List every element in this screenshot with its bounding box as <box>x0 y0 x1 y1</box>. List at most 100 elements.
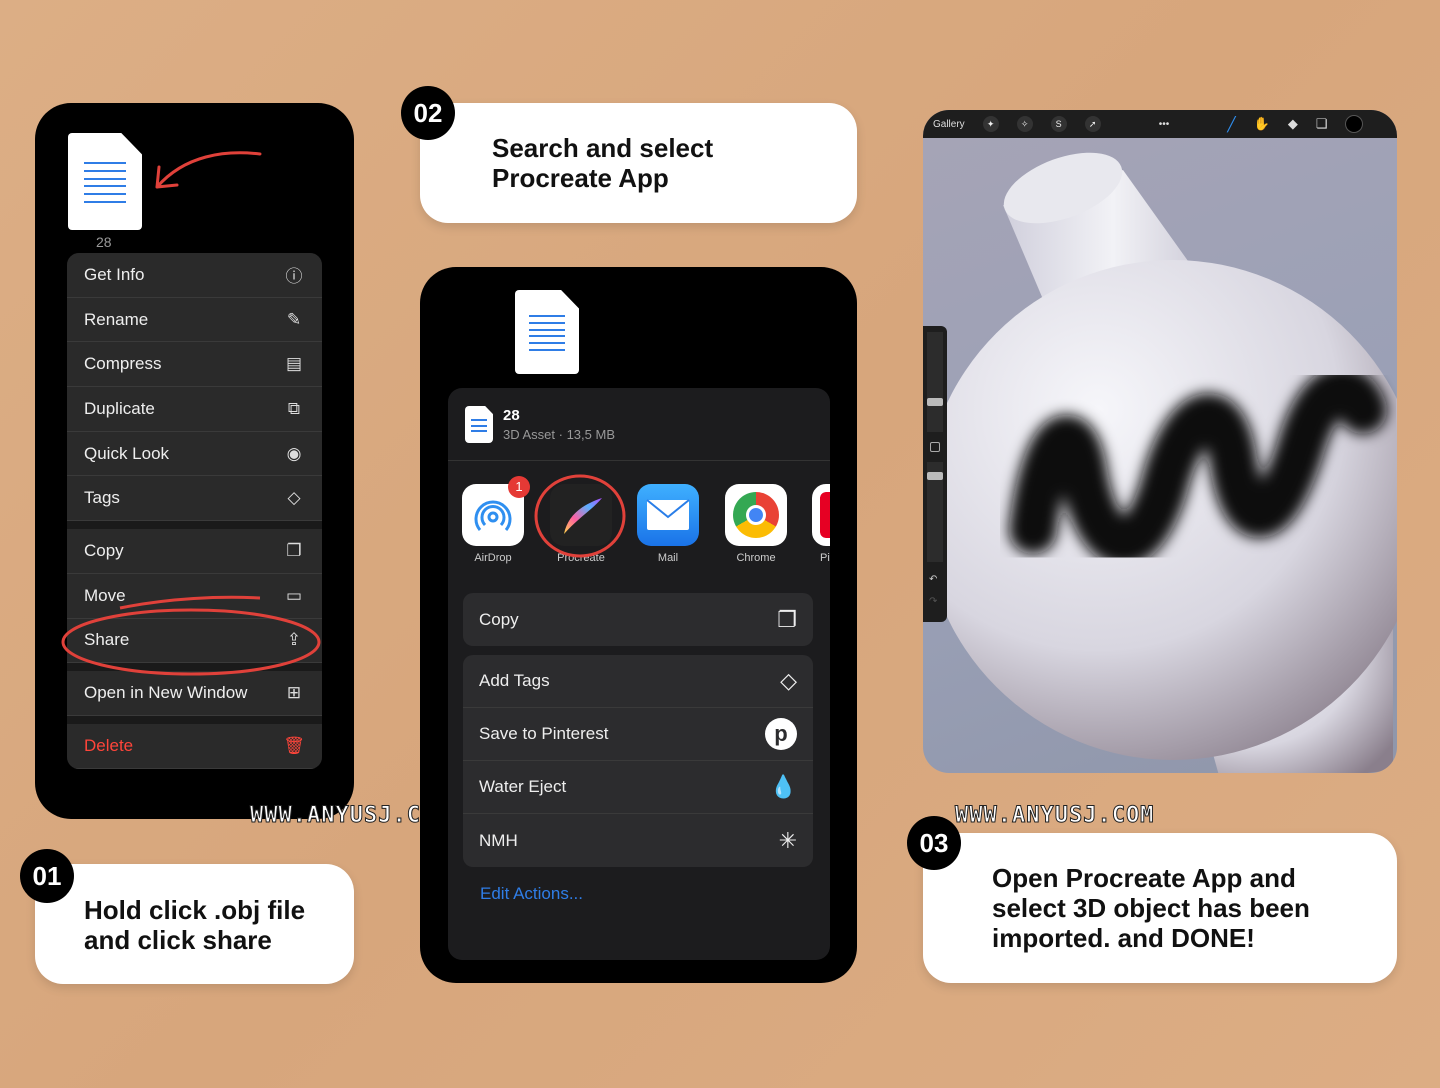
grid-icon: ⊞ <box>286 683 302 703</box>
sidebar-sliders: ↶ ↷ <box>923 326 947 622</box>
copy-icon: ❐ <box>777 606 797 632</box>
label: Copy <box>479 609 519 629</box>
label: Open in New Window <box>84 683 248 703</box>
more-icon[interactable]: ••• <box>1159 119 1170 130</box>
undo-icon[interactable]: ↶ <box>929 574 937 585</box>
transform-icon[interactable]: ➚ <box>1084 116 1101 132</box>
line: Open Procreate App and <box>992 863 1296 893</box>
step2-text: Search and select Procreate App <box>492 133 713 193</box>
label: NMH <box>479 830 518 850</box>
wrench-icon[interactable]: ✦ <box>982 116 999 132</box>
archive-icon: ▤ <box>285 354 303 374</box>
label: Compress <box>84 354 162 374</box>
chrome-icon <box>725 484 787 546</box>
label: Tags <box>84 488 120 508</box>
line: select 3D object has been <box>992 893 1310 923</box>
file-name: 28 <box>96 234 112 250</box>
mail-icon <box>637 484 699 546</box>
app-airdrop[interactable]: AirDrop 1 <box>462 476 530 564</box>
watermark: WWW.ANYUSJ.COM <box>954 803 1155 829</box>
app-label: Mail <box>657 552 679 564</box>
brush-size-slider[interactable] <box>927 332 943 432</box>
label: Duplicate <box>84 398 155 418</box>
eraser-icon[interactable]: ◆ <box>1288 116 1298 132</box>
app-label: Pi <box>820 552 830 564</box>
file-icon[interactable] <box>68 133 142 230</box>
opacity-slider[interactable] <box>927 462 943 562</box>
step3-badge: 03 <box>907 816 961 870</box>
action-water-eject[interactable]: Water Eject 💧 <box>463 761 813 814</box>
eye-icon: ◉ <box>286 443 302 463</box>
line: Hold click .obj file <box>84 895 306 925</box>
step1-badge: 01 <box>20 849 74 903</box>
action-nmh[interactable]: NMH ✳ <box>463 814 813 867</box>
share-sheet: 28 3D Asset · 13,5 MB AirDrop 1 Procreat… <box>448 388 830 960</box>
brush-icon[interactable]: ╱ <box>1227 116 1235 133</box>
menu-get-info[interactable]: Get Info ⓘ <box>67 253 322 298</box>
procreate-screen: Gallery ✦ ✧ S ➚ ••• ╱ ✋ ◆ ❏ ↶ ↷ <box>923 110 1397 773</box>
app-chrome[interactable]: Chrome <box>725 484 787 564</box>
pinterest-app-icon <box>812 484 830 546</box>
notification-badge: 1 <box>508 476 530 498</box>
app-pinterest[interactable]: Pi <box>812 484 830 564</box>
copy-icon: ❐ <box>286 540 302 560</box>
pinterest-icon: p <box>765 718 797 750</box>
info-icon: ⓘ <box>285 267 303 287</box>
label: Water Eject <box>479 777 567 796</box>
action-copy[interactable]: Copy ❐ <box>463 593 813 646</box>
color-picker-icon[interactable] <box>1345 115 1364 133</box>
trash-icon: 🗑 <box>283 735 305 755</box>
context-menu: Get Info ⓘ Rename ✎ Compress ▤ Duplicate ⧉ Q… <box>67 253 322 769</box>
selection-icon[interactable]: S <box>1050 116 1067 132</box>
actions-group: Add Tags ◇ Save to Pinterest p Water Eject… <box>463 655 813 867</box>
magic-wand-icon[interactable]: ✧ <box>1016 116 1033 132</box>
label: Rename <box>84 309 149 329</box>
step3-text: Open Procreate App and select 3D object h… <box>992 863 1310 953</box>
procreate-toolbar: Gallery ✦ ✧ S ➚ ••• ╱ ✋ ◆ ❏ <box>923 110 1397 138</box>
menu-duplicate[interactable]: Duplicate ⧉ <box>67 387 322 432</box>
menu-tags[interactable]: Tags ◇ <box>67 476 322 522</box>
action-save-pinterest[interactable]: Save to Pinterest p <box>463 708 813 761</box>
share-circle-annotation <box>61 595 321 676</box>
step2-badge: 02 <box>401 86 455 140</box>
smudge-icon[interactable]: ✋ <box>1254 116 1270 132</box>
label: Quick Look <box>84 443 170 463</box>
pencil-icon: ✎ <box>286 309 302 329</box>
sparkle-icon: ✳ <box>778 827 797 853</box>
3d-object-canvas[interactable] <box>923 110 1397 773</box>
menu-compress[interactable]: Compress ▤ <box>67 342 322 388</box>
file-name: 28 <box>503 407 520 424</box>
drop-icon: 💧 <box>769 774 797 799</box>
arrow-annotation <box>155 151 262 189</box>
line: Procreate App <box>492 163 669 193</box>
label: Copy <box>84 540 124 560</box>
step1-text: Hold click .obj file and click share <box>84 895 305 955</box>
copy-group: Copy ❐ <box>463 593 813 646</box>
modify-button[interactable] <box>930 442 940 452</box>
tag-icon: ◇ <box>287 488 301 508</box>
layers-icon[interactable]: ❏ <box>1316 116 1328 132</box>
procreate-circle-annotation <box>534 474 626 558</box>
label: Add Tags <box>479 671 550 690</box>
menu-delete[interactable]: Delete 🗑 <box>67 723 322 769</box>
redo-icon[interactable]: ↷ <box>929 596 937 607</box>
line: imported. and DONE! <box>992 923 1255 953</box>
tag-icon: ◇ <box>780 668 797 693</box>
app-mail[interactable]: Mail <box>637 484 699 564</box>
label: Delete <box>84 735 134 755</box>
line: Search and select <box>492 133 714 163</box>
file-meta: 3D Asset · 13,5 MB <box>503 427 615 442</box>
label: Get Info <box>84 264 145 284</box>
menu-rename[interactable]: Rename ✎ <box>67 297 322 343</box>
action-add-tags[interactable]: Add Tags ◇ <box>463 655 813 708</box>
duplicate-icon: ⧉ <box>287 398 301 418</box>
gallery-button[interactable]: Gallery <box>933 119 965 130</box>
file-thumb-icon <box>465 406 493 443</box>
app-label: AirDrop <box>474 552 512 564</box>
menu-quick-look[interactable]: Quick Look ◉ <box>67 431 322 477</box>
menu-copy[interactable]: Copy ❐ <box>67 529 322 574</box>
label: Save to Pinterest <box>479 724 609 743</box>
file-icon <box>515 290 579 374</box>
edit-actions-link[interactable]: Edit Actions... <box>480 884 583 904</box>
app-label: Chrome <box>736 552 776 564</box>
